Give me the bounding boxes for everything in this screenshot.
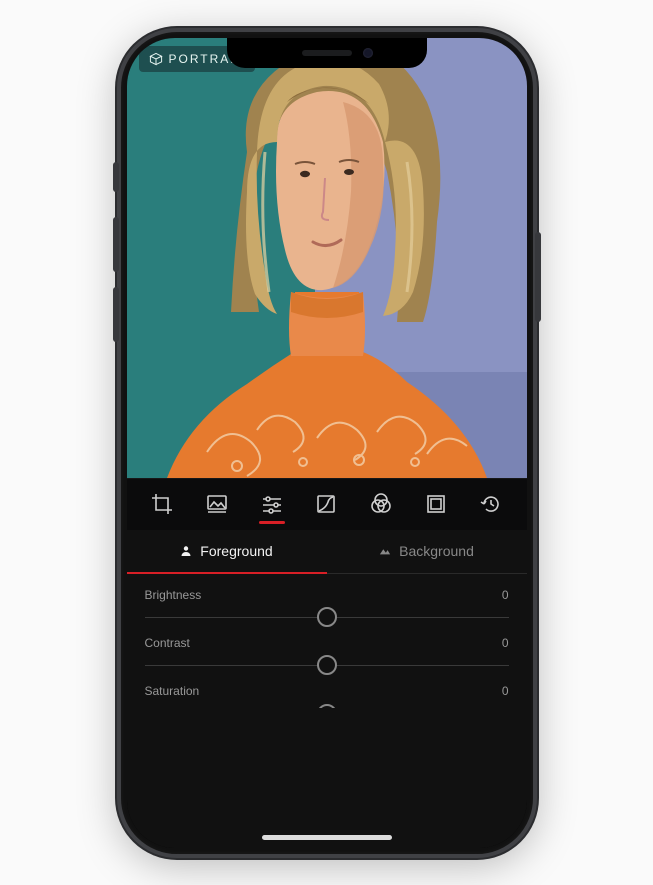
tool-presets[interactable] (195, 482, 239, 526)
volume-down-button (113, 287, 119, 342)
slider-track[interactable] (145, 654, 509, 676)
screen: PORTRAIT (127, 38, 527, 848)
slider-saturation-value: 0 (502, 684, 509, 698)
tool-adjust[interactable] (250, 482, 294, 526)
edit-tool-row (127, 478, 527, 530)
phone-frame: PORTRAIT (117, 28, 537, 858)
cube-icon (149, 52, 163, 66)
portrait-illustration (127, 38, 527, 478)
slider-track[interactable] (145, 702, 509, 708)
tab-background-label: Background (399, 543, 474, 559)
power-button (535, 232, 541, 322)
slider-contrast[interactable]: Contrast 0 (145, 636, 509, 676)
tool-curves[interactable] (304, 482, 348, 526)
tab-foreground[interactable]: Foreground (127, 530, 327, 574)
slider-thumb[interactable] (317, 607, 337, 627)
mountains-icon (379, 545, 391, 557)
slider-saturation[interactable]: Saturation 0 (145, 684, 509, 708)
slider-saturation-label: Saturation (145, 684, 200, 698)
adjust-sliders: Brightness 0 Contrast 0 Saturation (127, 574, 527, 848)
curves-icon (316, 494, 336, 514)
slider-brightness[interactable]: Brightness 0 (145, 588, 509, 628)
slider-contrast-value: 0 (502, 636, 509, 650)
mute-switch (113, 162, 119, 192)
tab-foreground-label: Foreground (200, 543, 272, 559)
front-camera (363, 48, 373, 58)
tool-filters[interactable] (359, 482, 403, 526)
slider-contrast-label: Contrast (145, 636, 190, 650)
tool-crop[interactable] (140, 482, 184, 526)
slider-brightness-label: Brightness (145, 588, 202, 602)
person-icon (180, 545, 192, 557)
slider-brightness-value: 0 (502, 588, 509, 602)
slider-thumb[interactable] (317, 704, 337, 708)
tool-history[interactable] (469, 482, 513, 526)
earpiece (302, 50, 352, 56)
volume-up-button (113, 217, 119, 272)
history-icon (480, 493, 502, 515)
notch (227, 38, 427, 68)
crop-icon (151, 493, 173, 515)
layer-tabs: Foreground Background (127, 530, 527, 574)
tab-background[interactable]: Background (327, 530, 527, 574)
tool-frame[interactable] (414, 482, 458, 526)
slider-track[interactable] (145, 606, 509, 628)
picture-icon (206, 494, 228, 514)
slider-thumb[interactable] (317, 655, 337, 675)
home-indicator[interactable] (262, 835, 392, 840)
sliders-icon (261, 494, 283, 514)
frame-icon (426, 494, 446, 514)
photo-preview[interactable]: PORTRAIT (127, 38, 527, 478)
venn-icon (369, 493, 393, 515)
